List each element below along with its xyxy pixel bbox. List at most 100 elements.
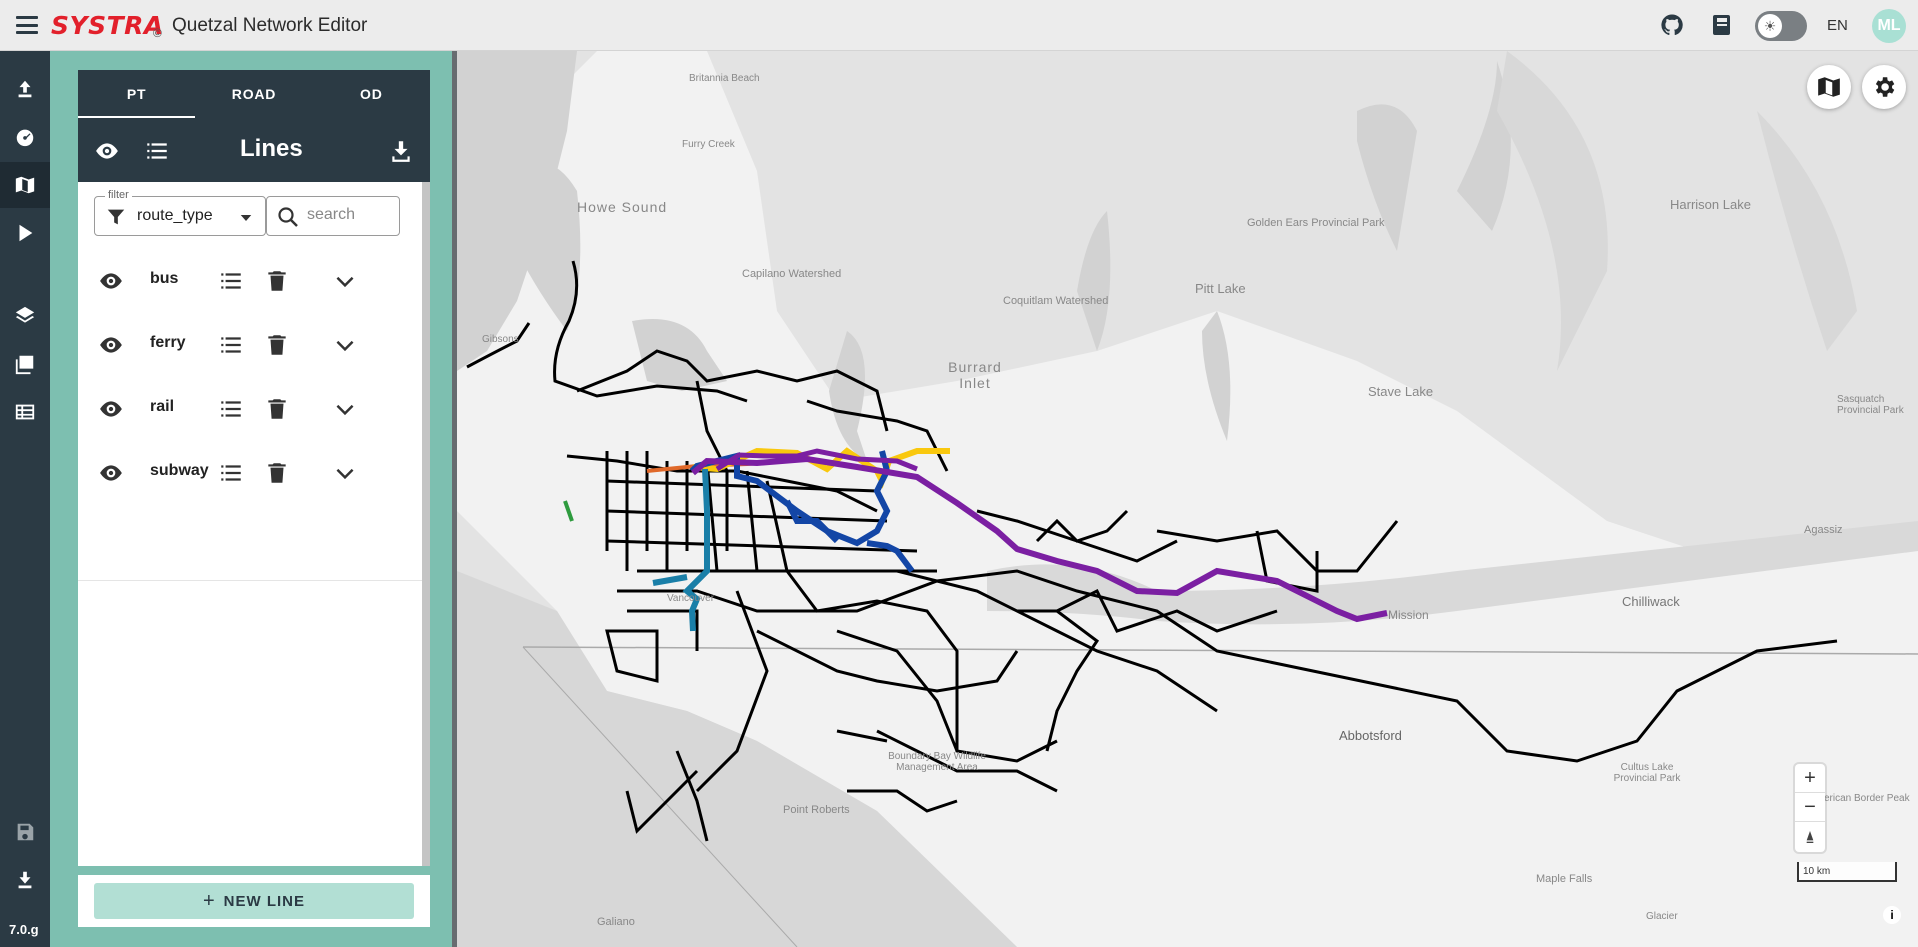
dropdown-arrow-icon bbox=[240, 215, 252, 221]
trash-icon[interactable] bbox=[264, 268, 290, 294]
map-label: Abbotsford bbox=[1339, 728, 1402, 743]
map-label: Coquitlam Watershed bbox=[1003, 295, 1109, 307]
chevron-down-icon[interactable] bbox=[332, 332, 358, 358]
chevron-down-icon[interactable] bbox=[332, 460, 358, 486]
tab-od[interactable]: OD bbox=[313, 70, 430, 118]
map-icon bbox=[1818, 77, 1840, 97]
gallery-icon[interactable] bbox=[0, 341, 50, 387]
compass-button[interactable] bbox=[1795, 822, 1825, 851]
github-icon[interactable] bbox=[1660, 13, 1684, 37]
lines-header: Lines bbox=[78, 118, 430, 182]
tab-pt[interactable]: PT bbox=[78, 70, 196, 118]
save-icon[interactable] bbox=[0, 809, 50, 855]
line-group-label: subway bbox=[150, 462, 209, 479]
trash-icon[interactable] bbox=[264, 332, 290, 358]
language-selector[interactable]: EN bbox=[1827, 17, 1848, 34]
map-label: Point Roberts bbox=[783, 804, 850, 816]
trash-icon[interactable] bbox=[264, 460, 290, 486]
map-icon[interactable] bbox=[0, 162, 50, 208]
map-label: Howe Sound bbox=[577, 199, 668, 215]
book-icon[interactable] bbox=[1710, 13, 1734, 37]
list-scrollbar[interactable] bbox=[422, 182, 430, 866]
eye-icon[interactable] bbox=[98, 332, 124, 358]
map-canvas[interactable]: Britannia Beach Furry Creek Howe Sound C… bbox=[457, 51, 1918, 947]
map-label: Pitt Lake bbox=[1195, 281, 1246, 296]
download-icon[interactable] bbox=[0, 857, 50, 903]
line-group-label: rail bbox=[150, 398, 175, 415]
list-view-icon[interactable] bbox=[144, 138, 170, 164]
trash-icon[interactable] bbox=[264, 396, 290, 422]
zoom-in-button[interactable]: + bbox=[1795, 764, 1825, 793]
eye-icon[interactable] bbox=[98, 396, 124, 422]
chevron-down-icon[interactable] bbox=[332, 268, 358, 294]
line-group-subway[interactable]: subway bbox=[78, 440, 422, 504]
menu-icon[interactable] bbox=[16, 16, 38, 34]
line-group-label: bus bbox=[150, 270, 179, 287]
table-icon[interactable] bbox=[0, 389, 50, 435]
app-title: Quetzal Network Editor bbox=[172, 15, 368, 36]
new-line-bar: + NEW LINE bbox=[78, 875, 430, 927]
new-line-label: NEW LINE bbox=[223, 892, 306, 910]
zoom-out-button[interactable]: − bbox=[1795, 793, 1825, 822]
map-label: Galiano bbox=[597, 916, 635, 928]
plus-icon: + bbox=[202, 889, 216, 912]
line-group-label: ferry bbox=[150, 334, 186, 351]
copyright-mark: © bbox=[153, 26, 162, 40]
map-label: Maple Falls bbox=[1536, 873, 1593, 885]
filter-icon bbox=[107, 209, 125, 225]
map-label: Boundary Bay Wildlife Management Area bbox=[888, 751, 986, 773]
list-icon[interactable] bbox=[218, 396, 244, 422]
map-label: Mission bbox=[1388, 608, 1429, 622]
eye-icon[interactable] bbox=[98, 268, 124, 294]
theme-toggle[interactable]: ☀ bbox=[1755, 11, 1807, 41]
map-label: Golden Ears Provincial Park bbox=[1247, 217, 1385, 229]
list-icon[interactable] bbox=[218, 460, 244, 486]
run-icon[interactable] bbox=[0, 210, 50, 256]
new-line-button[interactable]: + NEW LINE bbox=[94, 883, 414, 919]
tab-road[interactable]: ROAD bbox=[195, 70, 312, 118]
search-field[interactable] bbox=[266, 196, 400, 236]
scale-bar: 10 km bbox=[1797, 862, 1897, 882]
map-label: Cultus Lake Provincial Park bbox=[1613, 762, 1681, 784]
map-label: Agassiz bbox=[1804, 524, 1843, 536]
map-label: Capilano Watershed bbox=[742, 268, 842, 280]
lines-panel: PT ROAD OD Lines filter route_type bus bbox=[78, 70, 430, 866]
settings-button[interactable] bbox=[1862, 65, 1906, 109]
panel-title: Lines bbox=[240, 135, 303, 162]
map-label: Britannia Beach bbox=[689, 73, 760, 84]
layers-icon[interactable] bbox=[0, 293, 50, 339]
list-icon[interactable] bbox=[218, 268, 244, 294]
list-divider bbox=[78, 580, 422, 581]
map-label: Burrard Inlet bbox=[948, 359, 1002, 391]
map-label: Stave Lake bbox=[1368, 384, 1434, 399]
map-label: Harrison Lake bbox=[1670, 197, 1751, 212]
line-group-rail[interactable]: rail bbox=[78, 376, 422, 440]
map-label: Glacier bbox=[1646, 911, 1678, 922]
search-icon bbox=[278, 207, 298, 227]
panel-tabs: PT ROAD OD bbox=[78, 70, 430, 118]
info-icon[interactable]: i bbox=[1883, 906, 1901, 924]
basemap-button[interactable] bbox=[1807, 65, 1851, 109]
line-group-bus[interactable]: bus bbox=[78, 248, 422, 312]
export-lines-icon[interactable] bbox=[388, 138, 414, 164]
dashboard-icon[interactable] bbox=[0, 114, 50, 160]
chevron-down-icon[interactable] bbox=[332, 396, 358, 422]
import-icon[interactable] bbox=[0, 66, 50, 112]
route-type-filter[interactable]: filter route_type bbox=[94, 189, 266, 236]
visibility-toggle-all-icon[interactable] bbox=[94, 138, 120, 164]
map-label: Sasquatch Provincial Park bbox=[1837, 394, 1904, 416]
map-label: Gibsons bbox=[482, 334, 519, 345]
avatar[interactable]: ML bbox=[1872, 9, 1906, 43]
eye-icon[interactable] bbox=[98, 460, 124, 486]
search-input[interactable] bbox=[307, 206, 395, 224]
top-app-bar: SYSTRA © Quetzal Network Editor ☀ EN ML bbox=[0, 0, 1918, 51]
filter-legend: filter bbox=[105, 189, 132, 201]
line-groups-list: filter route_type bus ferry rail bbox=[78, 182, 422, 866]
list-icon[interactable] bbox=[218, 332, 244, 358]
map-label: Chilliwack bbox=[1622, 594, 1680, 609]
line-group-ferry[interactable]: ferry bbox=[78, 312, 422, 376]
sun-icon: ☀ bbox=[1758, 14, 1782, 38]
gear-icon bbox=[1875, 77, 1895, 97]
filter-value: route_type bbox=[137, 207, 213, 224]
zoom-controls: + − bbox=[1795, 764, 1825, 852]
